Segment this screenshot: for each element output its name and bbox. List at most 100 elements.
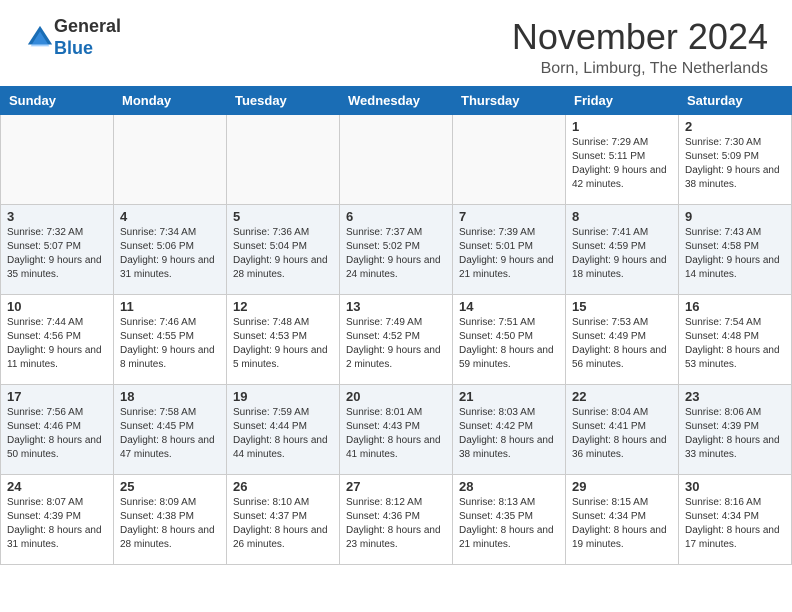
calendar-day-cell: 15 Sunrise: 7:53 AM Sunset: 4:49 PM Dayli…	[566, 295, 679, 385]
logo: General Blue	[24, 16, 121, 59]
day-number: 1	[572, 119, 672, 134]
calendar-day-cell: 14 Sunrise: 7:51 AM Sunset: 4:50 PM Dayli…	[453, 295, 566, 385]
day-number: 13	[346, 299, 446, 314]
weekday-header: Saturday	[679, 87, 792, 115]
day-number: 27	[346, 479, 446, 494]
calendar-day-cell	[453, 115, 566, 205]
day-info: Sunrise: 7:49 AM Sunset: 4:52 PM Dayligh…	[346, 316, 446, 372]
day-info: Sunrise: 7:43 AM Sunset: 4:58 PM Dayligh…	[685, 226, 785, 282]
calendar-day-cell	[227, 115, 340, 205]
month-title: November 2024	[512, 16, 768, 58]
weekday-header: Wednesday	[340, 87, 453, 115]
day-number: 6	[346, 209, 446, 224]
day-number: 18	[120, 389, 220, 404]
day-info: Sunrise: 7:39 AM Sunset: 5:01 PM Dayligh…	[459, 226, 559, 282]
calendar-day-cell	[114, 115, 227, 205]
calendar-day-cell: 2 Sunrise: 7:30 AM Sunset: 5:09 PM Daylig…	[679, 115, 792, 205]
day-number: 23	[685, 389, 785, 404]
calendar-day-cell: 21 Sunrise: 8:03 AM Sunset: 4:42 PM Dayli…	[453, 385, 566, 475]
calendar-day-cell: 18 Sunrise: 7:58 AM Sunset: 4:45 PM Dayli…	[114, 385, 227, 475]
calendar-day-cell: 19 Sunrise: 7:59 AM Sunset: 4:44 PM Dayli…	[227, 385, 340, 475]
calendar-week-row: 1 Sunrise: 7:29 AM Sunset: 5:11 PM Daylig…	[1, 115, 792, 205]
day-number: 20	[346, 389, 446, 404]
calendar-day-cell: 26 Sunrise: 8:10 AM Sunset: 4:37 PM Dayli…	[227, 475, 340, 565]
day-number: 16	[685, 299, 785, 314]
day-info: Sunrise: 8:15 AM Sunset: 4:34 PM Dayligh…	[572, 496, 672, 552]
day-number: 10	[7, 299, 107, 314]
calendar-week-row: 3Sunrise: 7:32 AM Sunset: 5:07 PM Daylig…	[1, 205, 792, 295]
calendar-day-cell: 28 Sunrise: 8:13 AM Sunset: 4:35 PM Dayli…	[453, 475, 566, 565]
day-number: 12	[233, 299, 333, 314]
day-info: Sunrise: 8:03 AM Sunset: 4:42 PM Dayligh…	[459, 406, 559, 462]
calendar-week-row: 10 Sunrise: 7:44 AM Sunset: 4:56 PM Dayli…	[1, 295, 792, 385]
day-number: 15	[572, 299, 672, 314]
logo-blue: Blue	[54, 38, 121, 60]
day-info: Sunrise: 7:29 AM Sunset: 5:11 PM Dayligh…	[572, 136, 672, 192]
logo-general: General	[54, 16, 121, 38]
calendar-table: SundayMondayTuesdayWednesdayThursdayFrid…	[0, 86, 792, 565]
day-info: Sunrise: 8:13 AM Sunset: 4:35 PM Dayligh…	[459, 496, 559, 552]
day-info: Sunrise: 7:32 AM Sunset: 5:07 PM Dayligh…	[7, 226, 107, 282]
weekday-header: Tuesday	[227, 87, 340, 115]
calendar-day-cell: 7 Sunrise: 7:39 AM Sunset: 5:01 PM Daylig…	[453, 205, 566, 295]
day-info: Sunrise: 7:36 AM Sunset: 5:04 PM Dayligh…	[233, 226, 333, 282]
calendar-day-cell: 29Sunrise: 8:15 AM Sunset: 4:34 PM Dayli…	[566, 475, 679, 565]
day-info: Sunrise: 8:16 AM Sunset: 4:34 PM Dayligh…	[685, 496, 785, 552]
weekday-header-row: SundayMondayTuesdayWednesdayThursdayFrid…	[1, 87, 792, 115]
calendar-day-cell: 17Sunrise: 7:56 AM Sunset: 4:46 PM Dayli…	[1, 385, 114, 475]
day-number: 11	[120, 299, 220, 314]
day-number: 17	[7, 389, 107, 404]
calendar-day-cell: 12 Sunrise: 7:48 AM Sunset: 4:53 PM Dayli…	[227, 295, 340, 385]
day-info: Sunrise: 7:53 AM Sunset: 4:49 PM Dayligh…	[572, 316, 672, 372]
calendar-day-cell: 13 Sunrise: 7:49 AM Sunset: 4:52 PM Dayli…	[340, 295, 453, 385]
day-info: Sunrise: 7:48 AM Sunset: 4:53 PM Dayligh…	[233, 316, 333, 372]
calendar-day-cell: 25Sunrise: 8:09 AM Sunset: 4:38 PM Dayli…	[114, 475, 227, 565]
day-number: 24	[7, 479, 107, 494]
day-number: 30	[685, 479, 785, 494]
logo-icon	[26, 24, 54, 52]
day-info: Sunrise: 8:06 AM Sunset: 4:39 PM Dayligh…	[685, 406, 785, 462]
calendar-week-row: 17Sunrise: 7:56 AM Sunset: 4:46 PM Dayli…	[1, 385, 792, 475]
day-number: 19	[233, 389, 333, 404]
day-number: 9	[685, 209, 785, 224]
day-number: 5	[233, 209, 333, 224]
day-number: 21	[459, 389, 559, 404]
calendar-day-cell: 4 Sunrise: 7:34 AM Sunset: 5:06 PM Daylig…	[114, 205, 227, 295]
day-number: 14	[459, 299, 559, 314]
calendar-day-cell: 30 Sunrise: 8:16 AM Sunset: 4:34 PM Dayli…	[679, 475, 792, 565]
day-info: Sunrise: 7:37 AM Sunset: 5:02 PM Dayligh…	[346, 226, 446, 282]
calendar-day-cell: 9 Sunrise: 7:43 AM Sunset: 4:58 PM Daylig…	[679, 205, 792, 295]
title-area: November 2024 Born, Limburg, The Netherl…	[512, 16, 768, 78]
day-info: Sunrise: 8:12 AM Sunset: 4:36 PM Dayligh…	[346, 496, 446, 552]
calendar-day-cell: 1 Sunrise: 7:29 AM Sunset: 5:11 PM Daylig…	[566, 115, 679, 205]
weekday-header: Monday	[114, 87, 227, 115]
calendar-day-cell	[1, 115, 114, 205]
location: Born, Limburg, The Netherlands	[512, 60, 768, 78]
day-info: Sunrise: 7:59 AM Sunset: 4:44 PM Dayligh…	[233, 406, 333, 462]
day-info: Sunrise: 7:34 AM Sunset: 5:06 PM Dayligh…	[120, 226, 220, 282]
day-info: Sunrise: 7:51 AM Sunset: 4:50 PM Dayligh…	[459, 316, 559, 372]
day-info: Sunrise: 8:10 AM Sunset: 4:37 PM Dayligh…	[233, 496, 333, 552]
calendar-day-cell: 3Sunrise: 7:32 AM Sunset: 5:07 PM Daylig…	[1, 205, 114, 295]
weekday-header: Friday	[566, 87, 679, 115]
day-number: 7	[459, 209, 559, 224]
calendar-day-cell: 22Sunrise: 8:04 AM Sunset: 4:41 PM Dayli…	[566, 385, 679, 475]
day-info: Sunrise: 7:30 AM Sunset: 5:09 PM Dayligh…	[685, 136, 785, 192]
calendar-day-cell: 24Sunrise: 8:07 AM Sunset: 4:39 PM Dayli…	[1, 475, 114, 565]
calendar-day-cell: 6 Sunrise: 7:37 AM Sunset: 5:02 PM Daylig…	[340, 205, 453, 295]
day-number: 26	[233, 479, 333, 494]
calendar-day-cell	[340, 115, 453, 205]
day-number: 4	[120, 209, 220, 224]
day-number: 8	[572, 209, 672, 224]
day-info: Sunrise: 8:01 AM Sunset: 4:43 PM Dayligh…	[346, 406, 446, 462]
calendar-week-row: 24Sunrise: 8:07 AM Sunset: 4:39 PM Dayli…	[1, 475, 792, 565]
day-info: Sunrise: 7:44 AM Sunset: 4:56 PM Dayligh…	[7, 316, 107, 372]
day-info: Sunrise: 7:58 AM Sunset: 4:45 PM Dayligh…	[120, 406, 220, 462]
weekday-header: Thursday	[453, 87, 566, 115]
calendar-day-cell: 11 Sunrise: 7:46 AM Sunset: 4:55 PM Dayli…	[114, 295, 227, 385]
day-number: 2	[685, 119, 785, 134]
day-number: 28	[459, 479, 559, 494]
day-info: Sunrise: 7:46 AM Sunset: 4:55 PM Dayligh…	[120, 316, 220, 372]
calendar-day-cell: 16Sunrise: 7:54 AM Sunset: 4:48 PM Dayli…	[679, 295, 792, 385]
calendar-day-cell: 10 Sunrise: 7:44 AM Sunset: 4:56 PM Dayli…	[1, 295, 114, 385]
